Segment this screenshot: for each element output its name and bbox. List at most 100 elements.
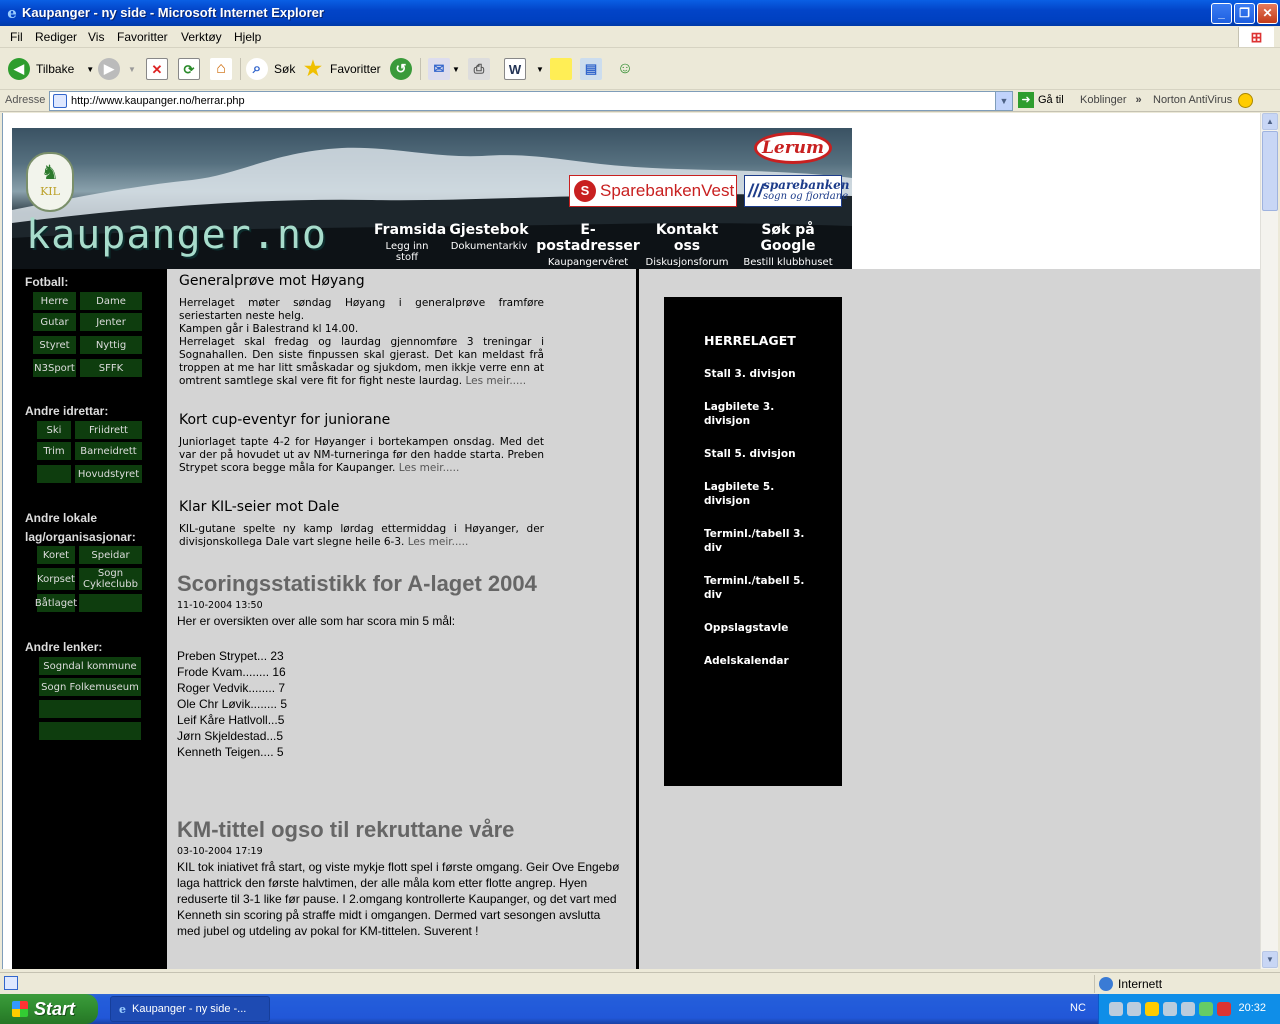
left-sidebar: Fotball: Herre Dame Gutar Jenter Styret … xyxy=(12,269,167,969)
menu-edit[interactable]: Rediger xyxy=(35,30,77,44)
scorer-line: Jørn Skjeldestad...5 xyxy=(177,729,284,743)
tray-update-icon[interactable] xyxy=(1199,1002,1213,1016)
search-button[interactable]: ⌕ Søk xyxy=(246,56,295,82)
scroll-down-button[interactable]: ▼ xyxy=(1262,951,1278,968)
tray-norton-icon[interactable] xyxy=(1145,1002,1159,1016)
tray-network-icon[interactable] xyxy=(1127,1002,1141,1016)
nav-e-postadresser[interactable]: E-postadresser xyxy=(536,222,640,254)
nav-dokumentarkiv[interactable]: Dokumentarkiv xyxy=(449,241,529,252)
sidebar-item-jenter[interactable]: Jenter xyxy=(79,312,143,332)
sidebar-item-barneidrett[interactable]: Barneidrett xyxy=(74,441,143,461)
herrelaget-link-lagbilete-3[interactable]: Lagbilete 3. divisjon xyxy=(704,400,814,428)
home-button[interactable]: ⌂ xyxy=(210,56,232,82)
messenger-button[interactable]: ☺ xyxy=(614,56,636,82)
herrelaget-link-terminliste-3[interactable]: Terminl./tabell 3. div xyxy=(704,527,814,555)
menu-tools[interactable]: Verktøy xyxy=(181,30,222,44)
nav-framsida[interactable]: Framsida xyxy=(374,222,446,238)
news-title-kil-seier[interactable]: Klar KIL-seier mot Dale xyxy=(179,499,339,515)
herrelaget-link-stall-3[interactable]: Stall 3. divisjon xyxy=(704,367,814,381)
sidebar-item-herre[interactable]: Herre xyxy=(32,291,77,311)
security-zone: Internett xyxy=(1094,975,1162,993)
research-button[interactable]: ▤ xyxy=(580,56,602,82)
herrelaget-link-lagbilete-5[interactable]: Lagbilete 5. divisjon xyxy=(704,480,814,508)
sidebar-item-sogn-folkemuseum[interactable]: Sogn Folkemuseum xyxy=(38,677,142,697)
nav-kaupangervaret[interactable]: Kaupangervêret xyxy=(536,257,640,268)
sidebar-item-koret[interactable]: Koret xyxy=(36,545,76,565)
refresh-button[interactable]: ⟳ xyxy=(178,56,200,82)
herrelaget-link-terminliste-5[interactable]: Terminl./tabell 5. div xyxy=(704,574,814,602)
sponsor-sparebanken-vest-logo[interactable]: S SparebankenVest xyxy=(569,175,737,207)
taskbar-item-ie[interactable]: e Kaupanger - ny side -... xyxy=(110,996,270,1022)
chevron-down-icon[interactable]: ▼ xyxy=(995,92,1012,110)
start-button[interactable]: Start xyxy=(0,994,98,1024)
nav-legg-inn-stoff[interactable]: Legg inn stoff xyxy=(374,241,440,263)
sidebar-item-dame[interactable]: Dame xyxy=(79,291,143,311)
minimize-button[interactable]: _ xyxy=(1211,3,1232,24)
sidebar-item-nyttig[interactable]: Nyttig xyxy=(79,335,143,355)
tray-speaker-icon[interactable] xyxy=(1181,1002,1195,1016)
sidebar-item-speidar[interactable]: Speidar xyxy=(78,545,143,565)
sidebar-item-empty xyxy=(38,721,142,741)
sidebar-item-sogn-cykleclubb[interactable]: Sogn Cykleclubb xyxy=(78,567,143,591)
scroll-up-button[interactable]: ▲ xyxy=(1262,113,1278,130)
nav-kontakt-oss[interactable]: Kontakt oss xyxy=(642,222,732,254)
chevron-down-icon[interactable]: ▼ xyxy=(128,65,136,74)
sidebar-item-friidrett[interactable]: Friidrett xyxy=(74,420,143,440)
links-button[interactable]: Koblinger » xyxy=(1080,94,1142,106)
chevron-down-icon[interactable]: ▼ xyxy=(452,65,460,74)
go-button[interactable]: ➜ Gå til xyxy=(1018,92,1064,108)
sidebar-item-batlaget[interactable]: Båtlaget xyxy=(35,593,77,613)
read-more-link[interactable]: Les meir..... xyxy=(399,462,460,474)
sidebar-item-korpset[interactable]: Korpset xyxy=(36,567,76,591)
nav-gjestebok[interactable]: Gjestebok xyxy=(449,222,529,238)
notes-button[interactable] xyxy=(550,56,572,82)
tray-security-icon[interactable] xyxy=(1163,1002,1177,1016)
language-indicator[interactable]: NC xyxy=(1070,1002,1086,1014)
deer-icon: ♞ xyxy=(41,162,59,184)
tray-ati-icon[interactable] xyxy=(1217,1002,1231,1016)
history-button[interactable]: ↺ xyxy=(390,56,412,82)
sidebar-item-n3sport[interactable]: N3Sport xyxy=(32,358,77,378)
clock[interactable]: 20:32 xyxy=(1238,1002,1266,1014)
sponsor-lerum-logo[interactable]: Lerum xyxy=(754,132,832,164)
news-title-generalprove[interactable]: Generalprøve mot Høyang xyxy=(179,273,365,289)
sidebar-item-sogndal-kommune[interactable]: Sogndal kommune xyxy=(38,656,142,676)
herrelaget-link-stall-5[interactable]: Stall 5. divisjon xyxy=(704,447,814,461)
sponsor-sparebanken-sogn-logo[interactable]: /// sparebanken sogn og fjordane xyxy=(744,175,849,207)
chevron-down-icon[interactable]: ▼ xyxy=(536,65,544,74)
sidebar-item-hovudstyret[interactable]: Hovudstyret xyxy=(74,464,143,484)
print-button[interactable]: ⎙ xyxy=(468,56,490,82)
sidebar-item-trim[interactable]: Trim xyxy=(36,441,72,461)
menu-view[interactable]: Vis xyxy=(88,30,104,44)
sidebar-item-sffk[interactable]: SFFK xyxy=(79,358,143,378)
sidebar-item-ski[interactable]: Ski xyxy=(36,420,72,440)
maximize-button[interactable]: ❐ xyxy=(1234,3,1255,24)
edit-button[interactable]: W ▼ xyxy=(504,56,544,82)
nav-sok-pa-google[interactable]: Søk på Google xyxy=(736,222,840,254)
read-more-link[interactable]: Les meir..... xyxy=(465,375,526,387)
back-button[interactable]: ◀ Tilbake ▼ xyxy=(8,56,94,82)
herrelaget-link-oppslagstavle[interactable]: Oppslagstavle xyxy=(704,621,814,635)
close-button[interactable]: ✕ xyxy=(1257,3,1278,24)
vertical-scrollbar[interactable]: ▲ ▼ xyxy=(1260,113,1278,969)
mail-button[interactable]: ✉ ▼ xyxy=(428,56,460,82)
norton-antivirus-button[interactable]: Norton AntiVirus xyxy=(1153,94,1232,106)
read-more-link[interactable]: Les meir..... xyxy=(408,536,469,548)
scroll-thumb[interactable] xyxy=(1262,131,1278,211)
forward-button[interactable]: ▶ ▼ xyxy=(98,56,136,82)
address-input[interactable]: http://www.kaupanger.no/herrar.php ▼ xyxy=(49,91,1013,111)
site-brand[interactable]: kaupanger.no xyxy=(26,212,327,258)
stop-button[interactable]: ✕ xyxy=(146,56,168,82)
herrelaget-link-adelskalendar[interactable]: Adelskalendar xyxy=(704,654,814,668)
menu-favorites[interactable]: Favoritter xyxy=(117,30,168,44)
nav-bestill-klubbhuset[interactable]: Bestill klubbhuset xyxy=(736,257,840,268)
favorites-button[interactable]: ★ Favoritter xyxy=(302,56,381,82)
news-title-cup-eventyr[interactable]: Kort cup-eventyr for juniorane xyxy=(179,412,390,428)
menu-file[interactable]: Fil xyxy=(10,30,23,44)
sidebar-item-gutar[interactable]: Gutar xyxy=(32,312,77,332)
nav-diskusjonsforum[interactable]: Diskusjonsforum xyxy=(642,257,732,268)
chevron-down-icon[interactable]: ▼ xyxy=(86,65,94,74)
tray-network-icon[interactable] xyxy=(1109,1002,1123,1016)
menu-help[interactable]: Hjelp xyxy=(234,30,261,44)
sidebar-item-styret[interactable]: Styret xyxy=(32,335,77,355)
